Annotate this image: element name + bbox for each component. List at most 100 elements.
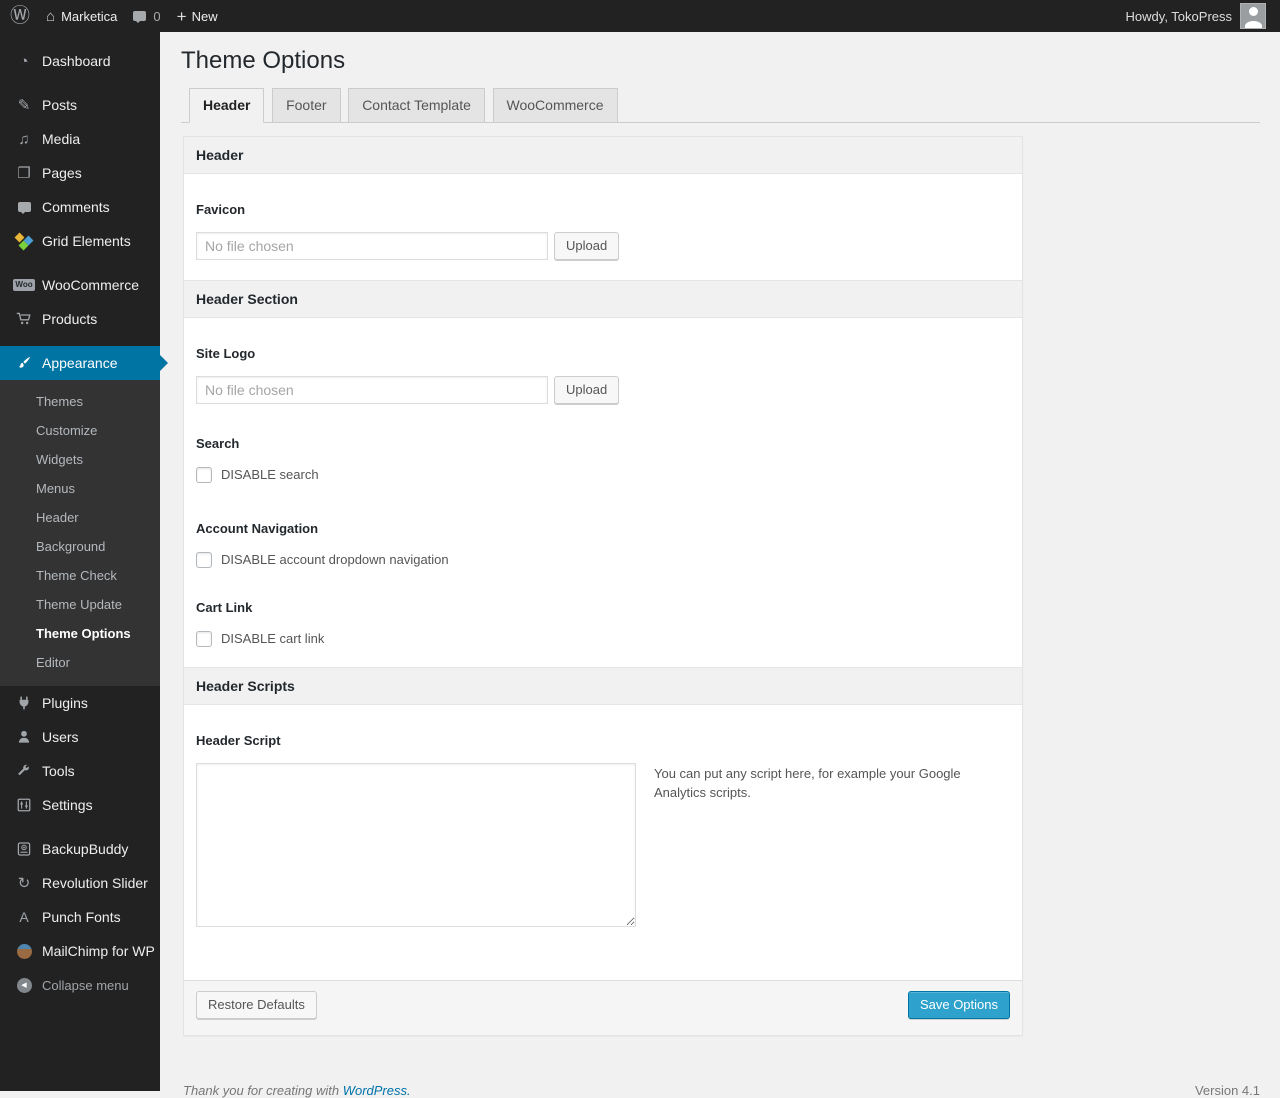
- sidebar-item-posts[interactable]: ✎ Posts: [0, 88, 160, 122]
- section-body-header-scripts: Header Script You can put any script her…: [184, 705, 1022, 980]
- sidebar-item-label: WooCommerce: [42, 277, 139, 293]
- sidebar-subitem-background[interactable]: Background: [0, 532, 160, 561]
- header-script-row: You can put any script here, for example…: [196, 762, 1010, 960]
- sidebar-item-appearance[interactable]: Appearance: [0, 346, 168, 380]
- sidebar-item-label: Dashboard: [42, 53, 111, 69]
- sidebar-item-settings[interactable]: Settings: [0, 788, 160, 822]
- home-icon: ⌂: [46, 7, 56, 25]
- sidebar-item-label: Media: [42, 131, 81, 147]
- plugins-plug-icon: [14, 695, 34, 711]
- sidebar-item-pages[interactable]: ❐ Pages: [0, 156, 160, 190]
- page-title: Theme Options: [181, 47, 346, 74]
- site-logo-file-input[interactable]: [196, 375, 548, 404]
- user-avatar[interactable]: [1240, 3, 1266, 29]
- sidebar-item-label: MailChimp for WP: [42, 943, 155, 959]
- restore-defaults-button[interactable]: Restore Defaults: [196, 990, 317, 1019]
- sidebar-item-punch-fonts[interactable]: A Punch Fonts: [0, 900, 160, 934]
- section-header-scripts: Header Scripts: [184, 666, 1022, 705]
- site-name: Marketica: [61, 8, 118, 24]
- favicon-file-input[interactable]: [196, 231, 548, 260]
- favicon-row: Upload: [196, 231, 1010, 260]
- admin-bar-comments-link[interactable]: 0: [133, 8, 161, 24]
- sidebar-subitem-customize[interactable]: Customize: [0, 416, 160, 445]
- punch-fonts-icon: A: [19, 909, 29, 925]
- comments-bubble-icon: [14, 202, 34, 214]
- sidebar-subitem-header[interactable]: Header: [0, 503, 160, 532]
- dashboard-icon: ◔: [19, 52, 29, 70]
- posts-pin-icon: ✎: [17, 96, 31, 114]
- account-navigation-checkbox-row: DISABLE account dropdown navigation: [196, 551, 1010, 568]
- tab-header[interactable]: Header: [189, 87, 265, 123]
- sidebar-item-label: Settings: [42, 797, 93, 813]
- sidebar-subitem-theme-update[interactable]: Theme Update: [0, 590, 160, 619]
- sidebar-item-backupbuddy[interactable]: BackupBuddy: [0, 832, 160, 866]
- disable-search-checkbox[interactable]: [196, 466, 212, 483]
- disable-account-nav-checkbox[interactable]: [196, 551, 212, 568]
- sidebar-subitem-theme-options[interactable]: Theme Options: [0, 619, 160, 648]
- search-checkbox-row: DISABLE search: [196, 466, 1010, 483]
- plus-icon: +: [176, 6, 187, 26]
- sidebar-item-label: Grid Elements: [42, 233, 131, 249]
- search-label: Search: [196, 435, 240, 451]
- sidebar-item-woocommerce[interactable]: Woo WooCommerce: [0, 268, 160, 302]
- sidebar-subitem-menus[interactable]: Menus: [0, 474, 160, 503]
- sidebar-item-tools[interactable]: Tools: [0, 754, 160, 788]
- wordpress-link[interactable]: WordPress.: [343, 1083, 411, 1098]
- save-options-button[interactable]: Save Options: [907, 990, 1010, 1019]
- new-content-button[interactable]: + New: [177, 8, 218, 25]
- sidebar-item-comments[interactable]: Comments: [0, 190, 160, 224]
- sidebar-item-label: Pages: [42, 165, 82, 181]
- header-script-textarea[interactable]: [196, 762, 636, 927]
- sidebar-item-products[interactable]: Products: [0, 302, 160, 336]
- header-script-label: Header Script: [196, 732, 281, 748]
- woocommerce-badge-icon: Woo: [13, 279, 35, 291]
- sidebar-item-label: Posts: [42, 97, 78, 113]
- comment-count: 0: [153, 8, 161, 24]
- admin-menu: ◔ Dashboard ✎ Posts ♫ Media ❐ Pages Comm…: [0, 32, 168, 1002]
- favicon-label: Favicon: [196, 201, 246, 217]
- favicon-upload-button[interactable]: Upload: [554, 231, 620, 260]
- version-label: Version 4.1: [1194, 1082, 1260, 1098]
- sidebar-subitem-themes[interactable]: Themes: [0, 387, 160, 416]
- header-script-note: You can put any script here, for example…: [654, 765, 961, 800]
- disable-account-nav-label: DISABLE account dropdown navigation: [221, 552, 449, 568]
- grid-elements-icon: [14, 232, 34, 251]
- site-name-link[interactable]: ⌂ Marketica: [46, 9, 117, 24]
- media-icon: ♫: [18, 130, 30, 148]
- sidebar-item-collapse-menu[interactable]: ◀ Collapse menu: [0, 968, 160, 1002]
- sidebar-item-mailchimp[interactable]: MailChimp for WP: [0, 934, 160, 968]
- sidebar-item-label: Plugins: [42, 695, 88, 711]
- site-logo-upload-button[interactable]: Upload: [554, 375, 620, 404]
- section-header-section: Header Section: [184, 279, 1022, 318]
- settings-sliders-icon: [14, 797, 34, 813]
- sidebar-item-plugins[interactable]: Plugins: [0, 686, 160, 720]
- comment-bubble-icon: [133, 11, 147, 23]
- sidebar-item-label: Comments: [42, 199, 110, 215]
- disable-cart-link-checkbox[interactable]: [196, 630, 212, 647]
- admin-bar-left: Ⓦ ⌂ Marketica 0 + New: [10, 6, 234, 26]
- sidebar-item-grid-elements[interactable]: Grid Elements: [0, 224, 160, 258]
- tab-footer[interactable]: Footer: [272, 87, 341, 123]
- panel-footer: Restore Defaults Save Options: [184, 979, 1022, 1035]
- cart-link-label: Cart Link: [196, 599, 253, 615]
- mailchimp-monkey-icon: [14, 943, 34, 959]
- sidebar-item-users[interactable]: Users: [0, 720, 160, 754]
- new-label: New: [191, 8, 218, 24]
- sidebar-item-label: Users: [42, 729, 79, 745]
- section-header: Header: [184, 136, 1022, 174]
- wordpress-menu-button[interactable]: Ⓦ: [10, 6, 30, 26]
- collapse-arrow-icon: ◀: [14, 977, 34, 993]
- tab-woocommerce[interactable]: WooCommerce: [492, 87, 618, 123]
- sidebar-item-dashboard[interactable]: ◔ Dashboard: [0, 44, 160, 78]
- sidebar-subitem-widgets[interactable]: Widgets: [0, 445, 160, 474]
- sidebar-subitem-theme-check[interactable]: Theme Check: [0, 561, 160, 590]
- section-body-header-section: Site Logo Upload Search DISABLE search A…: [184, 318, 1022, 667]
- tab-contact-template[interactable]: Contact Template: [348, 87, 485, 123]
- sidebar-item-revolution-slider[interactable]: ↻ Revolution Slider: [0, 866, 160, 900]
- howdy-account-link[interactable]: Howdy, TokoPress: [1126, 9, 1232, 24]
- sidebar-item-media[interactable]: ♫ Media: [0, 122, 160, 156]
- sidebar-subitem-editor[interactable]: Editor: [0, 648, 160, 677]
- appearance-brush-icon: [14, 355, 34, 371]
- sidebar-item-label: BackupBuddy: [42, 841, 129, 857]
- site-logo-row: Upload: [196, 375, 1010, 404]
